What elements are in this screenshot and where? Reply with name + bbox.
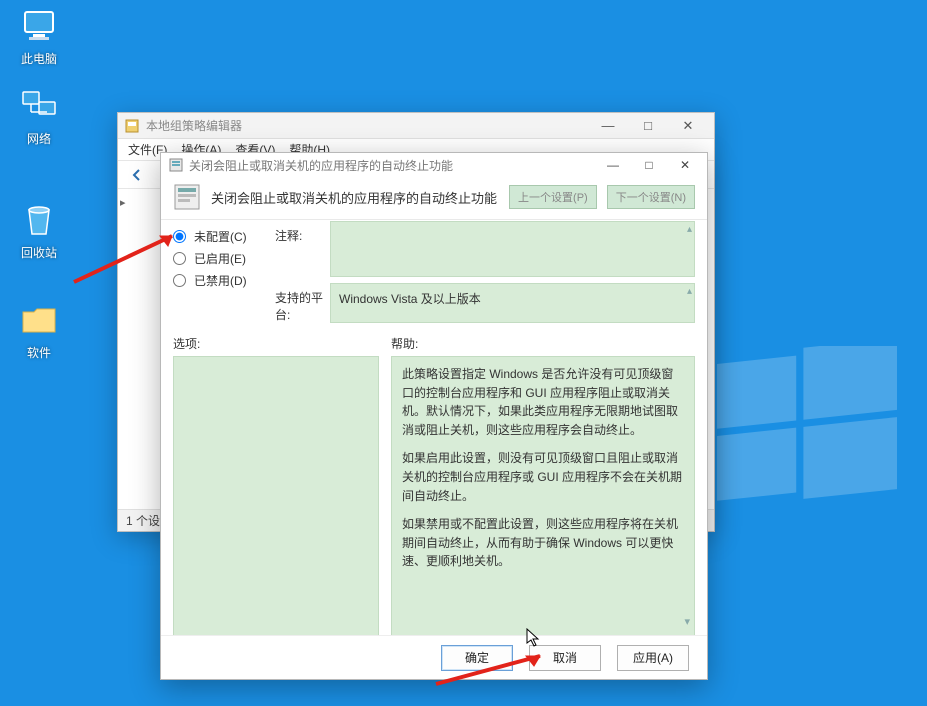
dialog-title-text: 关闭会阻止或取消关机的应用程序的自动终止功能 xyxy=(189,157,595,174)
ok-button[interactable]: 确定 xyxy=(441,645,513,671)
radio-label: 已启用(E) xyxy=(194,250,246,267)
apply-button[interactable]: 应用(A) xyxy=(617,645,689,671)
gpe-close-button[interactable]: ✕ xyxy=(668,114,708,138)
help-paragraph: 如果禁用或不配置此设置，则这些应用程序将在关机期间自动终止，从而有助于确保 Wi… xyxy=(402,515,684,571)
dialog-maximize-button[interactable]: □ xyxy=(631,154,667,176)
gpe-app-icon xyxy=(124,118,140,134)
gpe-title-text: 本地组策略编辑器 xyxy=(146,117,588,134)
desktop-icon-label: 回收站 xyxy=(4,244,74,261)
toolbar-back-button[interactable] xyxy=(126,164,148,186)
supported-platform-box: Windows Vista 及以上版本 ▴ xyxy=(330,283,695,323)
desktop-icon-label: 此电脑 xyxy=(4,50,74,67)
folder-icon xyxy=(19,300,59,340)
gpe-maximize-button[interactable]: □ xyxy=(628,114,668,138)
scroll-up-icon[interactable]: ▴ xyxy=(687,224,692,235)
help-paragraph: 此策略设置指定 Windows 是否允许没有可见顶级窗口的控制台应用程序和 GU… xyxy=(402,365,684,439)
policy-item-icon xyxy=(169,158,183,172)
cancel-button[interactable]: 取消 xyxy=(529,645,601,671)
radio-label: 已禁用(D) xyxy=(194,272,247,289)
radio-label: 未配置(C) xyxy=(194,228,247,245)
pc-icon xyxy=(19,6,59,46)
dialog-minimize-button[interactable]: — xyxy=(595,154,631,176)
options-label: 选项: xyxy=(173,335,391,352)
dialog-close-button[interactable]: ✕ xyxy=(667,154,703,176)
supported-label: 支持的平台: xyxy=(275,283,330,323)
mouse-cursor-icon xyxy=(526,628,542,648)
desktop-icon-network[interactable]: 网络 xyxy=(4,86,74,147)
desktop-icon-folder-software[interactable]: 软件 xyxy=(4,300,74,361)
desktop-icon-label: 网络 xyxy=(4,130,74,147)
scroll-down-icon[interactable]: ▾ xyxy=(684,614,690,631)
radio-enabled[interactable]: 已启用(E) xyxy=(173,247,275,269)
radio-not-configured-input[interactable] xyxy=(173,230,186,243)
policy-name-text: 关闭会阻止或取消关机的应用程序的自动终止功能 xyxy=(211,188,499,207)
windows-logo-watermark xyxy=(717,346,897,526)
comment-textbox[interactable]: ▴ xyxy=(330,221,695,277)
dialog-content: 未配置(C) 已启用(E) 已禁用(D) 注释: ▴ xyxy=(161,215,707,635)
radio-enabled-input[interactable] xyxy=(173,252,186,265)
help-pane[interactable]: 此策略设置指定 Windows 是否允许没有可见顶级窗口的控制台应用程序和 GU… xyxy=(391,356,695,636)
network-icon xyxy=(19,86,59,126)
desktop-icon-recycle-bin[interactable]: 回收站 xyxy=(4,200,74,261)
gpe-titlebar[interactable]: 本地组策略编辑器 — □ ✕ xyxy=(118,113,714,139)
next-setting-button[interactable]: 下一个设置(N) xyxy=(607,185,695,209)
scroll-up-icon[interactable]: ▴ xyxy=(687,286,692,297)
desktop-icon-this-pc[interactable]: 此电脑 xyxy=(4,6,74,67)
radio-disabled-input[interactable] xyxy=(173,274,186,287)
supported-platform-text: Windows Vista 及以上版本 xyxy=(339,292,481,306)
radio-not-configured[interactable]: 未配置(C) xyxy=(173,225,275,247)
policy-large-icon xyxy=(173,183,201,211)
dialog-button-bar: 确定 取消 应用(A) xyxy=(161,635,707,679)
policy-dialog: 关闭会阻止或取消关机的应用程序的自动终止功能 — □ ✕ 关闭会阻止或取消关机的… xyxy=(160,152,708,680)
dialog-titlebar[interactable]: 关闭会阻止或取消关机的应用程序的自动终止功能 — □ ✕ xyxy=(161,153,707,177)
dialog-header: 关闭会阻止或取消关机的应用程序的自动终止功能 上一个设置(P) 下一个设置(N) xyxy=(161,177,707,220)
options-pane[interactable] xyxy=(173,356,379,636)
comment-label: 注释: xyxy=(275,221,330,244)
recycle-bin-icon xyxy=(19,200,59,240)
prev-setting-button[interactable]: 上一个设置(P) xyxy=(509,185,597,209)
desktop-icon-label: 软件 xyxy=(4,344,74,361)
tree-chevron-icon[interactable]: ▸ xyxy=(120,197,126,209)
radio-disabled[interactable]: 已禁用(D) xyxy=(173,269,275,291)
help-label: 帮助: xyxy=(391,335,418,352)
gpe-tree-pane[interactable]: ▸ xyxy=(118,191,162,509)
gpe-minimize-button[interactable]: — xyxy=(588,114,628,138)
state-radio-group: 未配置(C) 已启用(E) 已禁用(D) xyxy=(173,221,275,291)
help-paragraph: 如果启用此设置，则没有可见顶级窗口且阻止或取消关机的控制台应用程序或 GUI 应… xyxy=(402,449,684,505)
